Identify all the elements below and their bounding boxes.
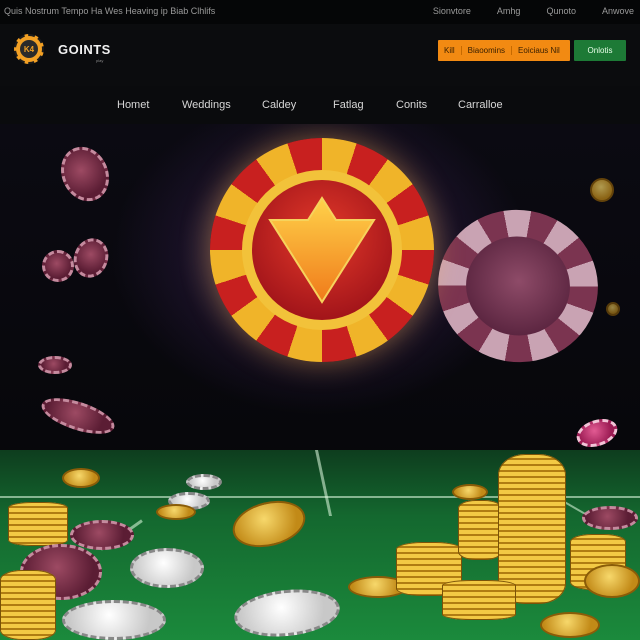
table-chip-icon — [186, 474, 222, 490]
hero-banner — [0, 124, 640, 640]
promo-item-1[interactable]: Kill — [438, 46, 462, 55]
table-coin-icon — [540, 612, 600, 638]
floating-chip-icon — [42, 250, 74, 282]
promo-item-3[interactable]: Eoiciaus Nil — [512, 46, 566, 55]
table-coin-icon — [156, 504, 196, 520]
brand-name[interactable]: GOINTS — [58, 42, 111, 57]
promo-button-group[interactable]: Kill Biaoomins Eoiciaus Nil — [438, 40, 570, 61]
logo-text: K4 — [20, 40, 38, 58]
utility-link-3[interactable]: Qunoto — [546, 6, 576, 16]
floating-chip-icon — [37, 390, 119, 442]
table-coin-icon — [62, 468, 100, 488]
nav-item-home[interactable]: Homet — [117, 99, 149, 111]
large-maroon-chip-icon — [426, 197, 610, 375]
main-nav: Homet Weddings Caldey Fatlag Conits Carr… — [0, 86, 640, 125]
coin-stack-icon — [0, 570, 56, 640]
coin-stack-icon — [8, 502, 68, 546]
floating-chip-icon — [52, 138, 118, 210]
featured-casino-chip-icon — [210, 138, 434, 362]
table-chip-icon — [62, 600, 166, 640]
table-coin-icon — [584, 564, 640, 598]
floating-coin-icon — [606, 302, 620, 316]
top-utility-bar: Quis Nostrum Tempo Ha Wes Heaving ip Bia… — [0, 0, 640, 24]
table-line — [314, 450, 333, 516]
table-chip-icon — [70, 520, 134, 550]
large-maroon-chip-center — [458, 228, 578, 344]
table-chip-icon — [582, 506, 638, 530]
nav-item-carralloe[interactable]: Carralloe — [458, 99, 503, 111]
table-chip-icon — [130, 548, 204, 588]
coin-stack-icon — [458, 500, 502, 560]
coin-stack-icon — [442, 580, 516, 620]
floating-chip-icon — [573, 414, 621, 452]
floating-chip-icon — [38, 356, 72, 374]
site-header: K4 GOINTS play Kill Biaoomins Eoiciaus N… — [0, 24, 640, 87]
nav-item-fatlag[interactable]: Fatlag — [333, 99, 364, 111]
nav-item-weddings[interactable]: Weddings — [182, 99, 231, 111]
logo-chip-icon[interactable]: K4 — [14, 34, 44, 64]
promo-item-2[interactable]: Biaoomins — [462, 46, 513, 55]
brand-subtext: play — [96, 58, 104, 63]
chip-arrow-emblem-icon — [268, 196, 376, 304]
tagline-text: Quis Nostrum Tempo Ha Wes Heaving ip Bia… — [4, 6, 216, 16]
utility-link-2[interactable]: Amhg — [497, 6, 521, 16]
utility-links: Sionvtore Amhg Qunoto Anwove — [407, 6, 634, 16]
table-coin-icon — [452, 484, 488, 500]
cta-button[interactable]: Onlotis — [574, 40, 626, 61]
utility-link-1[interactable]: Sionvtore — [433, 6, 471, 16]
floating-chip-icon — [68, 233, 114, 283]
utility-link-4[interactable]: Anwove — [602, 6, 634, 16]
floating-coin-icon — [590, 178, 614, 202]
nav-item-caldey[interactable]: Caldey — [262, 99, 296, 111]
nav-item-conits[interactable]: Conits — [396, 99, 427, 111]
